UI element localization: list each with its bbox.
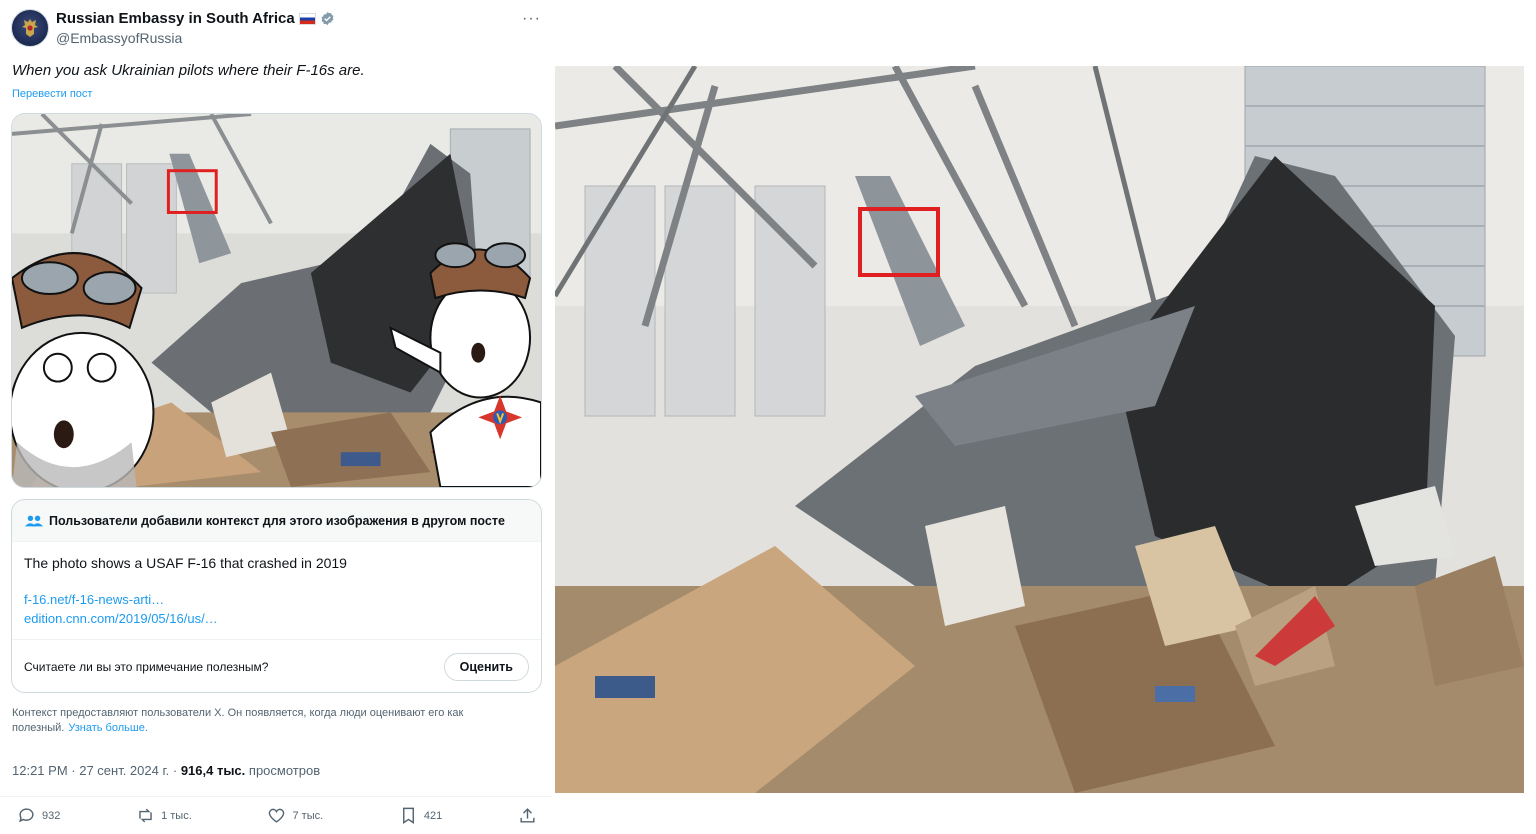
author-name-row[interactable]: Russian Embassy in South Africa xyxy=(56,9,335,28)
tweet: Russian Embassy in South Africa @Embassy… xyxy=(0,0,552,834)
f16-wreck-image xyxy=(555,66,1524,793)
author-block: Russian Embassy in South Africa @Embassy… xyxy=(56,9,335,47)
community-note-footer: Считаете ли вы это примечание полезным? … xyxy=(12,639,541,692)
note-helpful-question: Считаете ли вы это примечание полезным? xyxy=(24,660,269,674)
translate-post-link[interactable]: Перевести пост xyxy=(12,88,92,100)
people-icon xyxy=(25,515,43,526)
tweet-time[interactable]: 12:21 PM xyxy=(12,763,68,778)
repost-count: 1 тыс. xyxy=(161,809,192,822)
wreck-meme-image xyxy=(12,114,541,487)
tweet-date[interactable]: 27 сент. 2024 г. xyxy=(79,763,169,778)
rate-note-button[interactable]: Оценить xyxy=(443,653,529,681)
bookmark-count: 421 xyxy=(423,809,443,822)
repost-button[interactable]: 1 тыс. xyxy=(136,806,192,825)
eagle-emblem-icon xyxy=(22,19,38,37)
community-note-text: The photo shows a USAF F-16 that crashed… xyxy=(24,555,347,571)
meta-separator: · xyxy=(67,763,80,778)
bookmark-button[interactable]: 421 xyxy=(399,806,442,825)
community-note-body: The photo shows a USAF F-16 that crashed… xyxy=(12,542,541,628)
reply-button[interactable]: 932 xyxy=(17,806,60,825)
tweet-actions: 932 1 тыс. 7 тыс. 421 xyxy=(17,806,537,825)
repost-icon xyxy=(139,808,152,823)
community-note-header: Пользователи добавили контекст для этого… xyxy=(12,500,541,542)
author-handle[interactable]: @EmbassyofRussia xyxy=(56,29,335,47)
like-count: 7 тыс. xyxy=(292,809,324,822)
russia-flag-icon xyxy=(298,12,316,25)
note-link-f16[interactable]: f-16.net/f-16-news-arti… xyxy=(24,590,529,609)
more-options-icon[interactable]: ··· xyxy=(522,10,541,28)
heart-icon xyxy=(269,808,285,823)
embassy-avatar[interactable] xyxy=(11,9,49,47)
share-icon xyxy=(520,808,535,823)
reply-count: 932 xyxy=(42,809,61,822)
author-name[interactable]: Russian Embassy in South Africa xyxy=(56,9,295,28)
verified-badge-icon[interactable] xyxy=(320,11,335,26)
meta-separator-2: · xyxy=(169,763,181,778)
community-note-links: f-16.net/f-16-news-arti… edition.cnn.com… xyxy=(24,590,529,628)
context-disclaimer: Контекст предоставляют пользователи X. О… xyxy=(12,706,512,736)
bookmark-icon xyxy=(402,807,414,824)
views-label: просмотров xyxy=(248,763,321,778)
tweet-media-meme[interactable] xyxy=(11,113,542,488)
original-wreck-photo xyxy=(555,66,1524,793)
share-button[interactable] xyxy=(518,806,537,825)
tweet-meta: 12:21 PM · 27 сент. 2024 г. · 916,4 тыс.… xyxy=(12,763,320,778)
like-button[interactable]: 7 тыс. xyxy=(267,806,323,825)
learn-more-link[interactable]: Узнать больше. xyxy=(68,722,148,734)
reply-icon xyxy=(19,808,34,823)
community-note-title: Пользователи добавили контекст для этого… xyxy=(49,513,505,528)
tweet-text: When you ask Ukrainian pilots where thei… xyxy=(12,62,365,79)
actions-divider xyxy=(0,796,552,797)
note-link-cnn[interactable]: edition.cnn.com/2019/05/16/us/… xyxy=(24,609,529,628)
view-count: 916,4 тыс. xyxy=(180,763,246,778)
community-note: Пользователи добавили контекст для этого… xyxy=(11,499,542,693)
